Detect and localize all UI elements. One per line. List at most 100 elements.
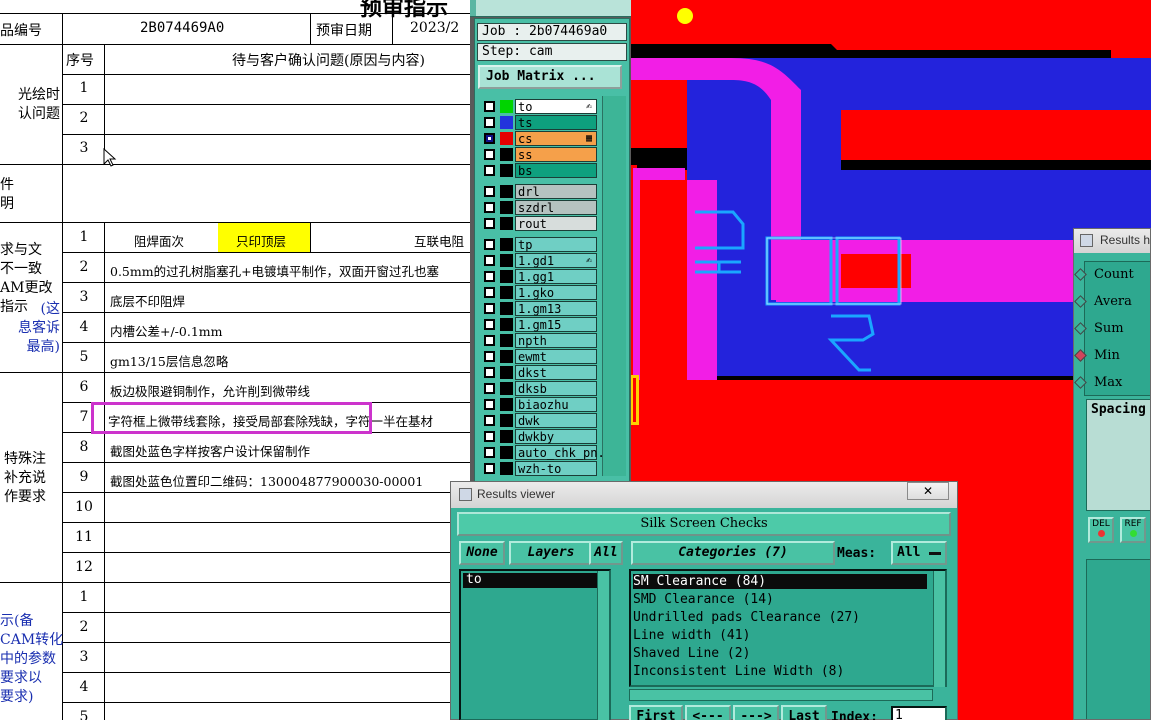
layer-color-swatch[interactable] — [500, 185, 513, 198]
layer-scrollbar[interactable] — [602, 96, 626, 476]
layer-row-1-gko[interactable]: 1.gko — [480, 285, 598, 300]
layer-name[interactable]: drl — [515, 184, 597, 199]
layer-name[interactable]: 1.gd1 ✍ — [515, 253, 597, 268]
layer-checkbox[interactable] — [484, 133, 495, 144]
ref-button[interactable]: REF — [1120, 517, 1146, 543]
meas-dropdown[interactable]: All — [891, 541, 947, 565]
layer-row-dkst[interactable]: dkst — [480, 365, 598, 380]
layer-name[interactable]: auto_chk_pn. — [515, 445, 605, 460]
layer-name[interactable]: to ✍ — [515, 99, 597, 114]
layer-checkbox[interactable] — [484, 202, 495, 213]
categories-hscrollbar[interactable] — [629, 689, 933, 701]
layer-name[interactable]: ewmt — [515, 349, 597, 364]
layer-checkbox[interactable] — [484, 415, 495, 426]
layer-name[interactable]: ss — [515, 147, 597, 162]
layer-checkbox[interactable] — [484, 463, 495, 474]
layer-name[interactable]: biaozhu — [515, 397, 597, 412]
layer-name[interactable]: rout — [515, 216, 597, 231]
layer-color-swatch[interactable] — [500, 238, 513, 251]
layer-row-to[interactable]: to ✍ — [480, 99, 598, 114]
layer-color-swatch[interactable] — [500, 254, 513, 267]
layer-row-drl[interactable]: drl — [480, 184, 598, 199]
layer-checkbox[interactable] — [484, 383, 495, 394]
layer-name[interactable]: dwkby — [515, 429, 597, 444]
layer-name[interactable]: dwk — [515, 413, 597, 428]
layers-button[interactable]: Layers — [509, 541, 593, 565]
layer-checkbox[interactable] — [484, 117, 495, 128]
category-item[interactable]: SMD Clearance (14) — [633, 592, 774, 607]
none-button[interactable]: None — [459, 541, 505, 565]
layer-row-cs[interactable]: cs ▦ — [480, 131, 598, 146]
layer-row-ewmt[interactable]: ewmt — [480, 349, 598, 364]
layer-name[interactable]: 1.gm15 — [515, 317, 597, 332]
layer-color-swatch[interactable] — [500, 302, 513, 315]
stat-option-min[interactable]: Min — [1074, 348, 1120, 363]
first-button[interactable]: First — [629, 705, 683, 720]
layer-color-swatch[interactable] — [500, 217, 513, 230]
layer-name[interactable]: bs — [515, 163, 597, 178]
layer-checkbox[interactable] — [484, 255, 495, 266]
layer-row-tp[interactable]: tp — [480, 237, 598, 252]
category-item[interactable]: Inconsistent Line Width (8) — [633, 664, 844, 679]
layer-checkbox[interactable] — [484, 165, 495, 176]
layer-color-swatch[interactable] — [500, 164, 513, 177]
stat-option-average[interactable]: Avera — [1074, 294, 1132, 309]
layer-name[interactable]: npth — [515, 333, 597, 348]
category-item[interactable]: SM Clearance (84) — [633, 574, 927, 589]
layer-color-swatch[interactable] — [500, 100, 513, 113]
layer-checkbox[interactable] — [484, 186, 495, 197]
stat-option-max[interactable]: Max — [1074, 375, 1122, 390]
layer-color-swatch[interactable] — [500, 148, 513, 161]
prev-button[interactable]: <--- — [685, 705, 731, 720]
layer-checkbox[interactable] — [484, 101, 495, 112]
layer-color-swatch[interactable] — [500, 132, 513, 145]
layer-color-swatch[interactable] — [500, 334, 513, 347]
layer-checkbox[interactable] — [484, 447, 495, 458]
layer-color-swatch[interactable] — [500, 201, 513, 214]
results-history-titlebar[interactable]: Results h — [1074, 229, 1150, 253]
layer-name[interactable]: cs ▦ — [515, 131, 597, 146]
layer-checkbox[interactable] — [484, 271, 495, 282]
layer-name[interactable]: 1.gm13 — [515, 301, 597, 316]
layer-color-swatch[interactable] — [500, 382, 513, 395]
layer-color-swatch[interactable] — [500, 286, 513, 299]
layer-row-dwk[interactable]: dwk — [480, 413, 598, 428]
layer-color-swatch[interactable] — [500, 430, 513, 443]
layer-color-swatch[interactable] — [500, 414, 513, 427]
layer-row-ss[interactable]: ss — [480, 147, 598, 162]
categories-button[interactable]: Categories (7) — [631, 541, 835, 565]
layer-row-szdrl[interactable]: szdrl — [480, 200, 598, 215]
layer-row-bs[interactable]: bs — [480, 163, 598, 178]
stat-option-count[interactable]: Count — [1074, 267, 1134, 282]
layer-row-1-gm15[interactable]: 1.gm15 — [480, 317, 598, 332]
layer-results-item[interactable]: to — [463, 573, 601, 588]
layer-name[interactable]: 1.gg1 — [515, 269, 597, 284]
layer-checkbox[interactable] — [484, 239, 495, 250]
layer-color-swatch[interactable] — [500, 350, 513, 363]
layer-checkbox[interactable] — [484, 218, 495, 229]
layer-row-1-gd1[interactable]: 1.gd1 ✍ — [480, 253, 598, 268]
category-item[interactable]: Undrilled pads Clearance (27) — [633, 610, 860, 625]
layer-name[interactable]: 1.gko — [515, 285, 597, 300]
layer-color-swatch[interactable] — [500, 366, 513, 379]
layer-name[interactable]: wzh-to — [515, 461, 597, 476]
layer-checkbox[interactable] — [484, 149, 495, 160]
layer-name[interactable]: dksb — [515, 381, 597, 396]
layer-row-auto-chk-pn-[interactable]: auto_chk_pn. — [480, 445, 605, 460]
job-matrix-button[interactable]: Job Matrix ... — [478, 65, 622, 89]
layer-row-ts[interactable]: ts — [480, 115, 598, 130]
layer-checkbox[interactable] — [484, 287, 495, 298]
layer-checkbox[interactable] — [484, 431, 495, 442]
layer-row-dwkby[interactable]: dwkby — [480, 429, 598, 444]
layer-checkbox[interactable] — [484, 303, 495, 314]
layer-color-swatch[interactable] — [500, 398, 513, 411]
results-viewer-titlebar[interactable]: Results viewer ✕ — [451, 482, 957, 508]
layer-checkbox[interactable] — [484, 351, 495, 362]
next-button[interactable]: ---> — [733, 705, 779, 720]
category-item[interactable]: Shaved Line (2) — [633, 646, 750, 661]
layer-color-swatch[interactable] — [500, 116, 513, 129]
del-button[interactable]: DEL — [1088, 517, 1114, 543]
layer-row-biaozhu[interactable]: biaozhu — [480, 397, 598, 412]
layer-name[interactable]: tp — [515, 237, 597, 252]
layer-row-1-gg1[interactable]: 1.gg1 — [480, 269, 598, 284]
